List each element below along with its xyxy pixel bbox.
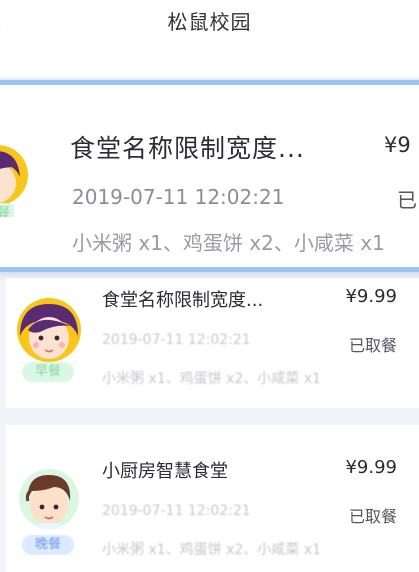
order-items: 小米粥 x1、鸡蛋饼 x2、小咸菜 x1 <box>102 542 321 558</box>
order-time: 2019-07-11 12:02:21 <box>72 185 285 209</box>
order-list-page: 松鼠校园 早餐 食堂名称限制宽度... ¥9 2019-07-11 12:02:… <box>0 0 419 572</box>
svg-text:早餐: 早餐 <box>0 205 10 217</box>
order-time: 2019-07-11 12:02:21 <box>102 503 251 519</box>
order-items: 小米粥 x1、鸡蛋饼 x2、小咸菜 x1 <box>102 371 321 387</box>
order-status: 已 <box>397 188 417 212</box>
girl-avatar-icon: 早餐 <box>0 137 38 221</box>
meal-badge: 早餐 <box>22 362 74 382</box>
order-card-zoomed[interactable]: 早餐 食堂名称限制宽度... ¥9 2019-07-11 12:02:21 已 … <box>0 80 419 272</box>
canteen-name: 小厨房智慧食堂 <box>102 461 228 482</box>
meal-badge: 晚餐 <box>22 535 74 555</box>
page-title: 松鼠校园 <box>167 10 252 34</box>
canteen-name: 食堂名称限制宽度... <box>70 134 305 163</box>
order-items: 小米粥 x1、鸡蛋饼 x2、小咸菜 x1 <box>72 231 385 255</box>
order-card[interactable]: 晚餐 小厨房智慧食堂 ¥9.99 2019-07-11 12:02:21 已取餐… <box>6 425 419 572</box>
order-status: 已取餐 <box>348 507 397 526</box>
girl-avatar-icon: 早餐 <box>14 290 84 382</box>
order-price: ¥9.99 <box>345 457 397 478</box>
canteen-name: 食堂名称限制宽度... <box>102 290 264 311</box>
order-card[interactable]: 早餐 食堂名称限制宽度... ¥9.99 2019-07-11 12:02:21… <box>6 278 419 408</box>
boy-avatar-icon: 晚餐 <box>14 457 84 555</box>
nav-bar: 松鼠校园 <box>0 0 419 78</box>
order-time: 2019-07-11 12:02:21 <box>102 332 251 348</box>
order-price: ¥9 <box>384 133 411 157</box>
order-status: 已取餐 <box>348 336 397 355</box>
order-price: ¥9.99 <box>345 286 397 307</box>
